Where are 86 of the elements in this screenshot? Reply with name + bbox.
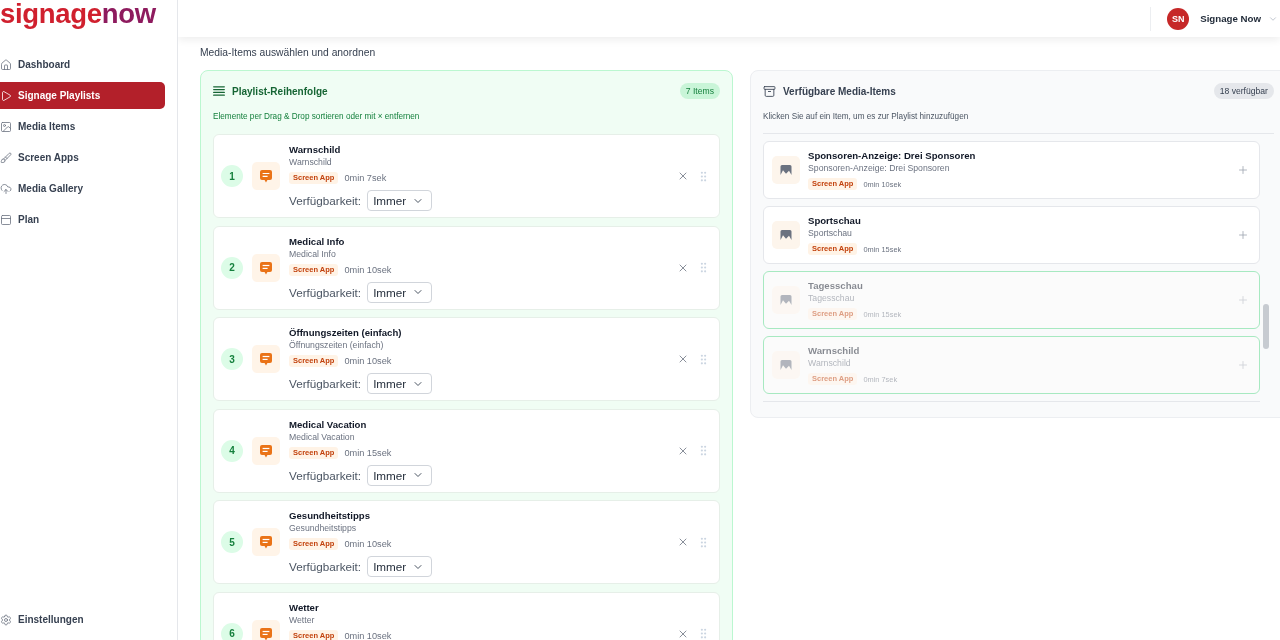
item-title: Warnschild [808,345,861,357]
panel-hint: Klicken Sie auf ein Item, um es zur Playlist hinzuzufügen [763,112,970,122]
close-icon[interactable] [677,170,689,182]
item-subtitle: Warnschild [808,358,852,369]
image-icon [772,156,800,184]
image-icon [772,221,800,249]
item-duration: 0min 10sek [344,630,392,640]
item-duration: 0min 7sek [344,173,387,183]
panel-title: Playlist-Reihenfolge [232,85,329,97]
availability-select[interactable]: Immer [367,464,433,486]
brush-icon [0,151,12,164]
message-icon [252,619,280,640]
add-icon[interactable] [1237,164,1249,176]
position-badge: 4 [221,439,243,462]
scrollbar-thumb[interactable] [1263,304,1269,349]
archive-icon [763,84,776,98]
availability-label: Verfügbarkeit: [289,468,362,482]
item-duration: 0min 15sek [344,447,392,458]
sidebar-item[interactable]: Dashboard [0,51,165,78]
message-icon [252,253,280,282]
item-title: Warnschild [289,144,342,156]
item-subtitle: Gesundheitstipps [289,523,358,534]
item-count: 18 verfügbar [1213,83,1274,99]
availability-select[interactable]: Immer [367,281,433,303]
sidebar-item[interactable]: Media Gallery [0,175,165,202]
cloud-upload-icon [0,182,12,195]
brand-logo: signagenow [0,0,156,28]
item-duration: 0min 10sek [344,539,392,549]
item-subtitle: Sponsoren-Anzeige: Drei Sponsoren [808,163,951,174]
sidebar-item[interactable]: Screen Apps [0,144,165,171]
availability-label: Verfügbarkeit: [289,560,362,573]
item-duration: 0min 10sek [344,264,392,275]
window-icon [0,213,12,226]
image-icon [0,120,12,133]
close-icon[interactable] [677,353,689,365]
avatar[interactable]: SN [1167,7,1190,30]
home-icon [0,58,12,71]
item-subtitle: Warnschild [289,157,333,168]
settings-item[interactable]: Einstellungen [0,606,165,633]
item-title: Sponsoren-Anzeige: Drei Sponsoren [808,150,977,162]
item-subtitle: Medical Vacation [289,431,356,443]
item-title: Sportschau [808,215,862,227]
item-title: Wetter [289,601,320,614]
availability-label: Verfügbarkeit: [289,377,362,390]
position-badge: 5 [221,531,243,553]
availability-label: Verfügbarkeit: [289,194,362,207]
item-subtitle: Sportschau [808,228,853,239]
message-icon [252,528,280,556]
availability-select[interactable]: Immer [367,373,433,394]
item-count: 7 Items [679,83,720,99]
sidebar-item[interactable]: Media Items [0,113,165,140]
add-icon[interactable] [1237,359,1249,371]
availability-select[interactable]: Immer [367,556,433,577]
close-icon[interactable] [677,536,689,548]
availability-label: Verfügbarkeit: [289,285,362,299]
sidebar-item[interactable]: Signage Playlists [0,82,165,109]
page-subtitle: Media-Items auswählen und anordnen [200,46,377,59]
message-icon [252,436,280,465]
panel-hint: Elemente per Drag & Drop sortieren oder mit × entfernen [213,112,421,122]
add-icon[interactable] [1237,229,1249,241]
position-badge: 6 [221,622,243,640]
item-title: Medical Info [289,235,346,248]
panel-title: Verfügbare Media-Items [783,85,897,97]
message-icon [252,345,280,373]
play-icon [0,89,12,102]
position-badge: 1 [221,165,243,187]
item-title: Öffnungszeiten (einfach) [289,327,403,339]
image-icon [772,286,800,314]
list-icon [213,86,225,96]
user-name[interactable]: Signage Now [1200,13,1261,24]
item-subtitle: Öffnungszeiten (einfach) [289,340,385,351]
item-title: Tagesschau [808,280,864,292]
item-subtitle: Tagesschau [808,293,856,304]
settings-icon [0,613,12,626]
item-title: Gesundheitstipps [289,510,372,522]
image-icon [772,351,800,379]
position-badge: 2 [221,256,243,279]
add-icon[interactable] [1237,294,1249,306]
item-duration: 0min 10sek [344,356,392,366]
sidebar-item[interactable]: Plan [0,206,165,233]
item-subtitle: Medical Info [289,248,337,260]
item-subtitle: Wetter [289,614,316,626]
position-badge: 3 [221,348,243,370]
message-icon [252,162,280,190]
item-title: Medical Vacation [289,418,368,431]
availability-select[interactable]: Immer [367,190,433,211]
